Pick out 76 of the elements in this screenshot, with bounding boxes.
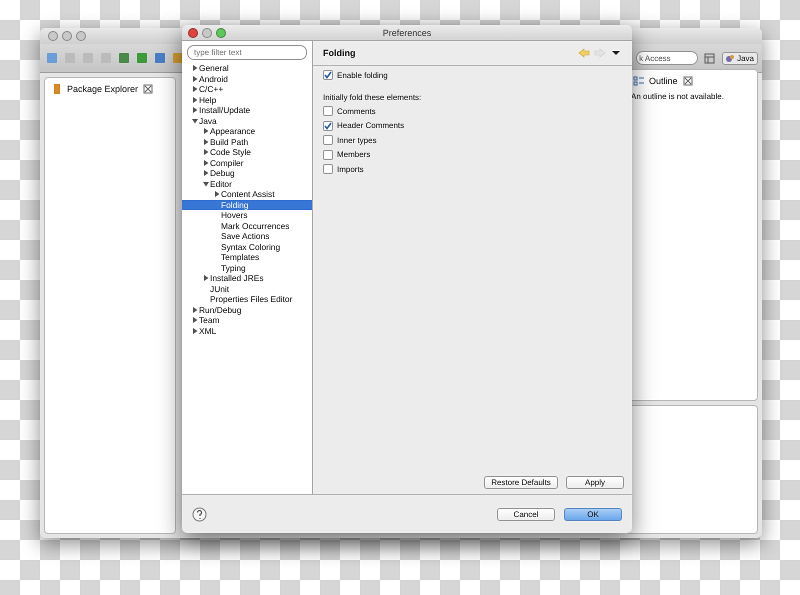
window-close-button[interactable] [48,31,58,41]
apply-button[interactable]: Apply [566,476,624,489]
tree-item[interactable]: Build Path [182,136,312,147]
tree-item[interactable]: Code Style [182,147,312,158]
checkbox-row[interactable]: Header Comments [323,120,622,130]
checkbox[interactable] [323,106,333,116]
tree-item[interactable]: Folding [182,200,312,210]
checkbox-label: Comments [337,106,376,116]
group-label: Initially fold these elements: [323,92,422,102]
tree-item[interactable]: Debug [182,168,312,178]
tree-item[interactable]: Hovers [182,210,312,220]
close-icon[interactable] [142,83,154,95]
checkbox[interactable] [323,150,333,160]
dialog-title: Preferences [382,28,432,38]
toolbar-icon[interactable] [118,52,130,64]
collapsed-arrow-icon[interactable] [203,275,209,282]
tree-item[interactable]: Android [182,74,312,84]
tree-item[interactable]: Content Assist [182,189,312,200]
tree-item[interactable]: Mark Occurrences [182,220,312,231]
expanded-arrow-icon[interactable] [203,180,209,187]
checkbox-row[interactable]: Comments [323,106,622,116]
close-icon[interactable] [682,75,694,87]
toolbar-icon[interactable] [172,52,184,64]
tree-item[interactable]: Properties Files Editor [182,294,312,304]
filter-field[interactable]: type filter text [187,45,307,60]
tree-item[interactable]: XML [182,326,312,336]
package-icon [51,83,63,95]
checkbox-label: Members [337,150,370,159]
tree-item[interactable]: Run/Debug [182,304,312,315]
tree-item[interactable]: Installed JREs [182,273,312,284]
collapsed-arrow-icon[interactable] [214,191,220,198]
tree-item[interactable]: Help [182,94,312,105]
checkbox-label: Enable folding [337,70,388,80]
tree-item[interactable]: C/C++ [182,84,312,94]
checkbox-row[interactable]: Members [323,150,622,160]
tree-item[interactable]: Templates [182,252,312,262]
checkbox-label: Imports [337,164,364,174]
checkbox[interactable] [323,164,333,174]
checkbox[interactable] [323,70,333,80]
cancel-button[interactable]: Cancel [497,508,555,520]
expanded-arrow-icon[interactable] [192,118,198,124]
close-button[interactable] [188,28,198,38]
window-minimize-button[interactable] [62,31,72,41]
tree-item[interactable]: Team [182,315,312,326]
tree-item[interactable]: Editor [182,178,312,189]
tree-item[interactable]: Install/Update [182,105,312,116]
tree-item[interactable]: Save Actions [182,231,312,242]
help-icon[interactable] [192,506,207,522]
quick-access-field[interactable]: k Access [636,51,698,65]
toolbar-icon[interactable] [154,52,166,64]
checkbox-row[interactable]: Inner types [323,135,622,145]
page-title: Folding [323,48,356,58]
open-perspective-icon[interactable] [704,52,716,64]
tree-item[interactable]: Compiler [182,158,312,168]
window-zoom-button[interactable] [76,31,86,41]
tree-item[interactable]: Syntax Coloring [182,242,312,252]
tree-item[interactable]: Appearance [182,126,312,136]
perspective-icon [726,54,736,62]
tree-item[interactable]: Typing [182,262,312,273]
outline-icon [633,75,645,87]
checkbox-label: Header Comments [337,121,404,130]
checkbox-label: Inner types [337,136,377,144]
tree-item[interactable]: General [182,63,312,74]
tree-item[interactable]: JUnit [182,284,312,294]
perspective-button[interactable]: Java [722,52,758,64]
checkbox[interactable] [323,135,333,145]
checkbox-row[interactable]: Enable folding [323,70,622,80]
checkbox-row[interactable]: Imports [323,164,622,174]
tree-item[interactable]: Java [182,116,312,126]
restore-defaults-button[interactable]: Restore Defaults [484,476,558,489]
minimize-button[interactable] [202,28,212,38]
panel-tab[interactable]: Package Explorer [67,84,138,94]
checkbox[interactable] [323,120,333,130]
zoom-button[interactable] [216,28,226,38]
ok-button[interactable]: OK [564,508,622,520]
panel-tab[interactable]: Outline [649,76,678,86]
